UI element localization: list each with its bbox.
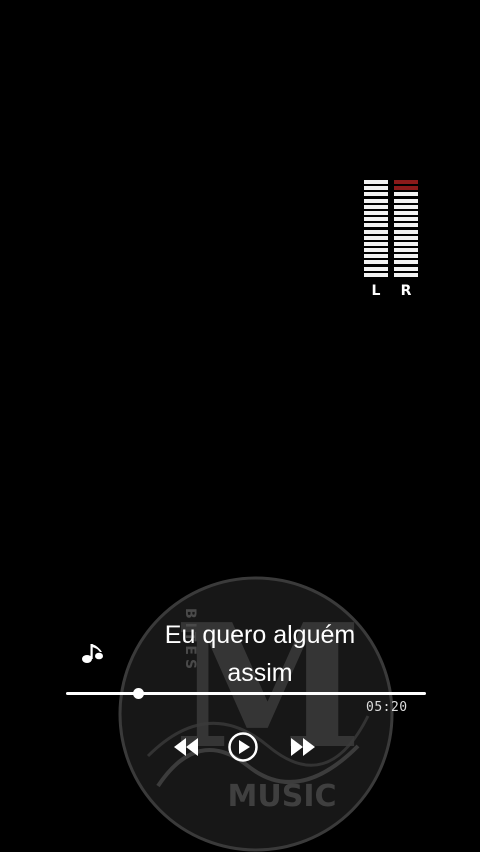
lyrics-line-2: assim [227,659,293,687]
meter-segment [394,192,418,197]
meter-segment [394,223,418,228]
meter-peak-segment [394,180,418,184]
meter-segment [394,198,418,203]
meter-right-label: R [400,283,412,299]
rewind-button[interactable] [171,731,203,763]
lyrics-line-1: Eu quero alguém [164,621,356,649]
rewind-icon [174,738,198,756]
meter-segment [394,241,418,246]
meter-segment [364,248,388,253]
meter-segment [364,198,388,203]
meter-peak-segment [394,186,418,191]
meter-segment [364,210,388,215]
meter-segment [364,241,388,246]
meter-segment [394,260,418,265]
meter-segment [394,217,418,222]
music-note-icon [82,644,103,663]
meter-segment [364,223,388,228]
meter-segment [394,229,418,234]
progress-bar[interactable] [66,688,426,699]
meter-segment [364,204,388,209]
meter-left-channel [364,180,388,279]
meter-segment [364,180,388,184]
lyrics-text: Eu quero alguém assim [120,616,400,692]
meter-segment [364,235,388,240]
fast-forward-icon [291,738,315,756]
meter-segment [394,266,418,271]
watermark-brand-word: MUSIC [228,779,337,814]
meter-segment [394,272,418,277]
meter-segment [364,254,388,259]
meter-segment [364,217,388,222]
meter-segment [364,272,388,277]
meter-segment [394,254,418,259]
meter-left-label: L [371,283,381,299]
meter-segment [364,266,388,271]
play-button[interactable] [227,731,259,763]
play-icon [228,732,258,762]
meter-segment [394,204,418,209]
meter-segment [364,192,388,197]
meter-segment [364,229,388,234]
time-display: 05:20 [366,700,408,715]
meter-segment [364,186,388,191]
meter-segment [394,210,418,215]
meter-segment [394,235,418,240]
progress-handle[interactable] [133,688,144,699]
stereo-level-meter: L R [364,180,418,300]
meter-right-channel [394,180,418,279]
meter-segment [394,248,418,253]
fast-forward-button[interactable] [286,731,318,763]
meter-segment [364,260,388,265]
